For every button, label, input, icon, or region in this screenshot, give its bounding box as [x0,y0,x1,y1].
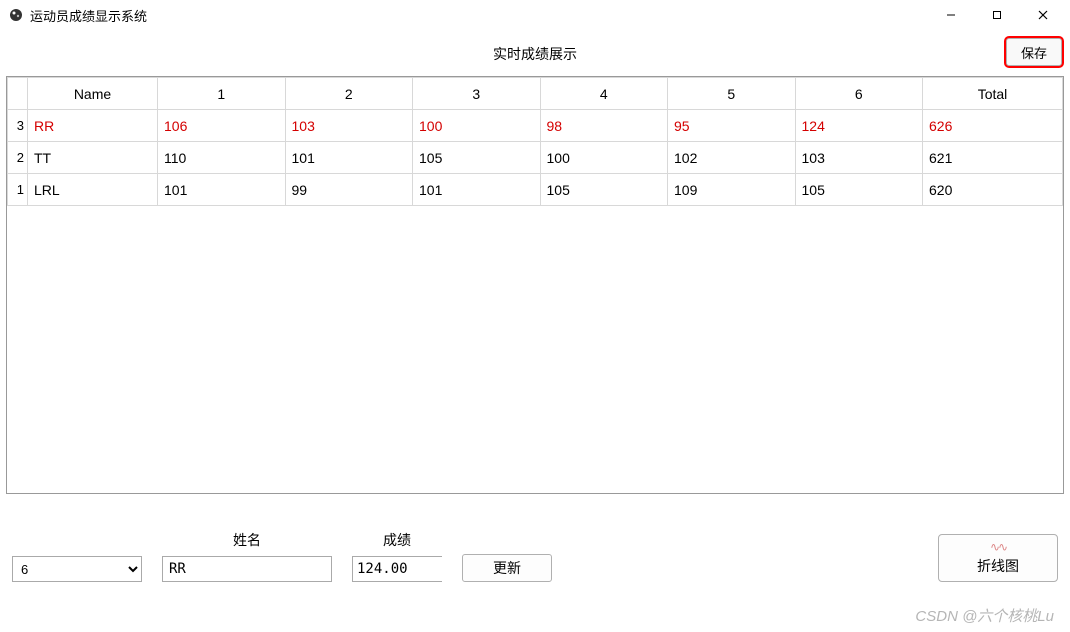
score-spinbox[interactable]: ▲ ▼ [352,556,442,582]
row-number: 3 [8,110,28,142]
score-label: 成绩 [383,530,411,550]
empty-label [75,534,79,550]
table-cell[interactable]: LRL [28,174,158,206]
empty-label [505,532,509,548]
save-button-label: 保存 [1021,43,1047,62]
table-row[interactable]: 2TT110101105100102103621 [8,142,1063,174]
table-cell[interactable]: 101 [285,142,413,174]
results-table-container[interactable]: Name 1 2 3 4 5 6 Total 3RR10610310098951… [6,76,1064,494]
chart-button-label: 折线图 [977,556,1019,576]
round-select[interactable]: 6 [12,556,142,582]
update-button[interactable]: 更新 [462,554,552,582]
save-button[interactable]: 保存 [1006,38,1062,66]
table-cell[interactable]: 103 [285,110,413,142]
table-cell[interactable]: 100 [413,110,541,142]
line-chart-icon: ∿∿ [990,540,1006,554]
table-cell[interactable]: 101 [413,174,541,206]
table-cell[interactable]: 621 [923,142,1063,174]
name-input-group: 姓名 [162,530,332,582]
table-cell[interactable]: RR [28,110,158,142]
table-cell[interactable]: 105 [540,174,668,206]
watermark: CSDN @六个核桃Lu [915,605,1054,626]
table-header-row: Name 1 2 3 4 5 6 Total [8,78,1063,110]
col-header[interactable]: Total [923,78,1063,110]
col-header[interactable]: Name [28,78,158,110]
table-cell[interactable]: 102 [668,142,796,174]
bottom-toolbar: 6 姓名 成绩 ▲ ▼ 更新 ∿∿ 折线图 [6,494,1064,582]
table-cell[interactable]: 100 [540,142,668,174]
table-cell[interactable]: 626 [923,110,1063,142]
col-header[interactable]: 3 [413,78,541,110]
table-cell[interactable]: 124 [795,110,923,142]
table-cell[interactable]: 105 [795,174,923,206]
header-row: 实时成绩展示 保存 [6,36,1064,72]
col-header[interactable]: 1 [158,78,286,110]
page-title: 实时成绩展示 [493,44,577,64]
table-row[interactable]: 1LRL10199101105109105620 [8,174,1063,206]
col-header[interactable]: 5 [668,78,796,110]
row-number: 2 [8,142,28,174]
table-cell[interactable]: 109 [668,174,796,206]
table-cell[interactable]: 105 [413,142,541,174]
table-cell[interactable]: TT [28,142,158,174]
col-header[interactable]: 6 [795,78,923,110]
table-cell[interactable]: 101 [158,174,286,206]
col-header[interactable]: 2 [285,78,413,110]
score-input-group: 成绩 ▲ ▼ [352,530,442,582]
minimize-button[interactable] [928,0,974,30]
table-row[interactable]: 3RR1061031009895124626 [8,110,1063,142]
update-button-group: 更新 [462,532,552,582]
name-input[interactable] [162,556,332,582]
chart-button[interactable]: ∿∿ 折线图 [938,534,1058,582]
titlebar: 运动员成绩显示系统 [0,0,1070,30]
maximize-button[interactable] [974,0,1020,30]
table-cell[interactable]: 110 [158,142,286,174]
table-cell[interactable]: 620 [923,174,1063,206]
row-number: 1 [8,174,28,206]
results-table: Name 1 2 3 4 5 6 Total 3RR10610310098951… [7,77,1063,206]
table-cell[interactable]: 98 [540,110,668,142]
table-cell[interactable]: 106 [158,110,286,142]
col-header[interactable]: 4 [540,78,668,110]
table-cell[interactable]: 103 [795,142,923,174]
round-select-group: 6 [12,534,142,582]
table-cell[interactable]: 99 [285,174,413,206]
table-corner [8,78,28,110]
close-button[interactable] [1020,0,1066,30]
name-label: 姓名 [233,530,261,550]
table-cell[interactable]: 95 [668,110,796,142]
window-title: 运动员成绩显示系统 [30,6,147,25]
update-button-label: 更新 [493,560,521,576]
app-icon [8,7,24,23]
